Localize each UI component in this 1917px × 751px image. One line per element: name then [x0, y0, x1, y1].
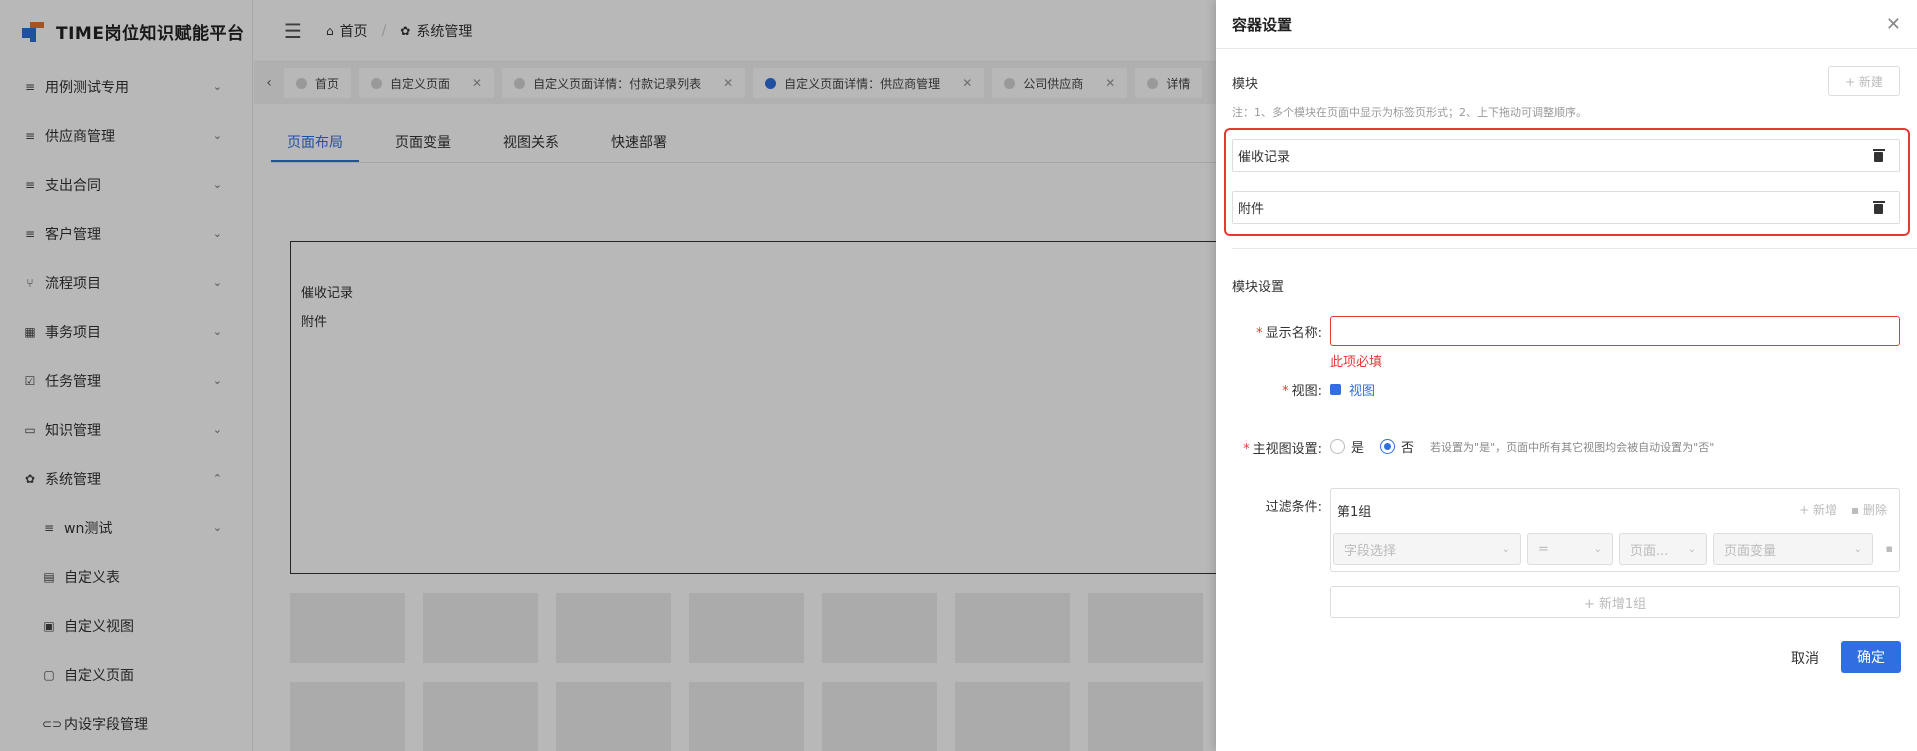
module-row[interactable]: 催收记录 — [1232, 139, 1900, 172]
operator-select[interactable]: = ⌄ — [1527, 533, 1613, 565]
chevron-down-icon: ⌄ — [1501, 543, 1510, 555]
trash-icon[interactable] — [1873, 200, 1885, 215]
modal-overlay[interactable] — [254, 0, 1216, 751]
module-name: 催收记录 — [1238, 150, 1291, 165]
radio-no-label[interactable]: 否 — [1401, 437, 1414, 456]
radio-no[interactable] — [1380, 439, 1396, 454]
chevron-down-icon: ⌄ — [1593, 543, 1602, 555]
drawer-title: 容器设置 — [1232, 15, 1293, 34]
value-source-select[interactable]: 页面... ⌄ — [1619, 533, 1707, 565]
add-filter-group-button[interactable]: + 新增1组 — [1330, 586, 1900, 618]
filter-delete-button[interactable]: ▪ 删除 — [1851, 501, 1887, 518]
module-section-title: 模块 — [1232, 77, 1259, 92]
container-settings-drawer: 容器设置 ✕ 模块 + 新建 注：1、多个模块在页面中显示为标签页形式；2、上下… — [1216, 0, 1917, 751]
filter-group-box: 第1组 + 新增 ▪ 删除 字段选择 ⌄ = ⌄ 页面... ⌄ 页面变量 ⌄ ▪ — [1330, 488, 1900, 572]
main-view-label: * 主视图设置: — [1243, 442, 1322, 457]
close-icon[interactable]: ✕ — [1886, 14, 1901, 35]
view-icon — [1330, 384, 1341, 395]
confirm-button[interactable]: 确定 — [1841, 641, 1901, 673]
module-row[interactable]: 附件 — [1232, 191, 1900, 224]
view-link[interactable]: 视图 — [1330, 380, 1375, 399]
filter-group-title: 第1组 — [1337, 505, 1372, 520]
required-error-text: 此项必填 — [1330, 355, 1383, 370]
main-view-radio-group: 是 否 若设置为"是"，页面中所有其它视图均会被自动设置为"否" — [1330, 437, 1714, 456]
radio-yes[interactable] — [1330, 439, 1345, 454]
display-name-label: * 显示名称: — [1256, 326, 1322, 341]
field-select[interactable]: 字段选择 ⌄ — [1333, 533, 1521, 565]
view-label: * 视图: — [1282, 384, 1322, 399]
filter-label: 过滤条件: — [1265, 500, 1322, 515]
new-module-button[interactable]: + 新建 — [1828, 66, 1900, 96]
chevron-down-icon: ⌄ — [1687, 543, 1696, 555]
module-note: 注：1、多个模块在页面中显示为标签页形式；2、上下拖动可调整顺序。 — [1232, 106, 1587, 119]
display-name-input[interactable] — [1330, 316, 1900, 346]
module-settings-title: 模块设置 — [1232, 280, 1285, 295]
page-variable-select[interactable]: 页面变量 ⌄ — [1713, 533, 1873, 565]
trash-icon[interactable] — [1873, 148, 1885, 163]
main-view-hint: 若设置为"是"，页面中所有其它视图均会被自动设置为"否" — [1430, 440, 1715, 454]
filter-add-button[interactable]: + 新增 — [1799, 501, 1837, 518]
filter-group-actions: + 新增 ▪ 删除 — [1799, 501, 1887, 518]
module-name: 附件 — [1238, 202, 1265, 217]
radio-yes-label[interactable]: 是 — [1351, 437, 1364, 456]
trash-icon[interactable]: ▪ — [1886, 542, 1893, 555]
chevron-down-icon: ⌄ — [1853, 543, 1862, 555]
divider — [1232, 248, 1917, 249]
modal-overlay[interactable] — [0, 0, 254, 751]
cancel-button[interactable]: 取消 — [1791, 648, 1819, 668]
trash-icon: ▪ — [1851, 503, 1863, 517]
drawer-header: 容器设置 ✕ — [1216, 0, 1917, 49]
